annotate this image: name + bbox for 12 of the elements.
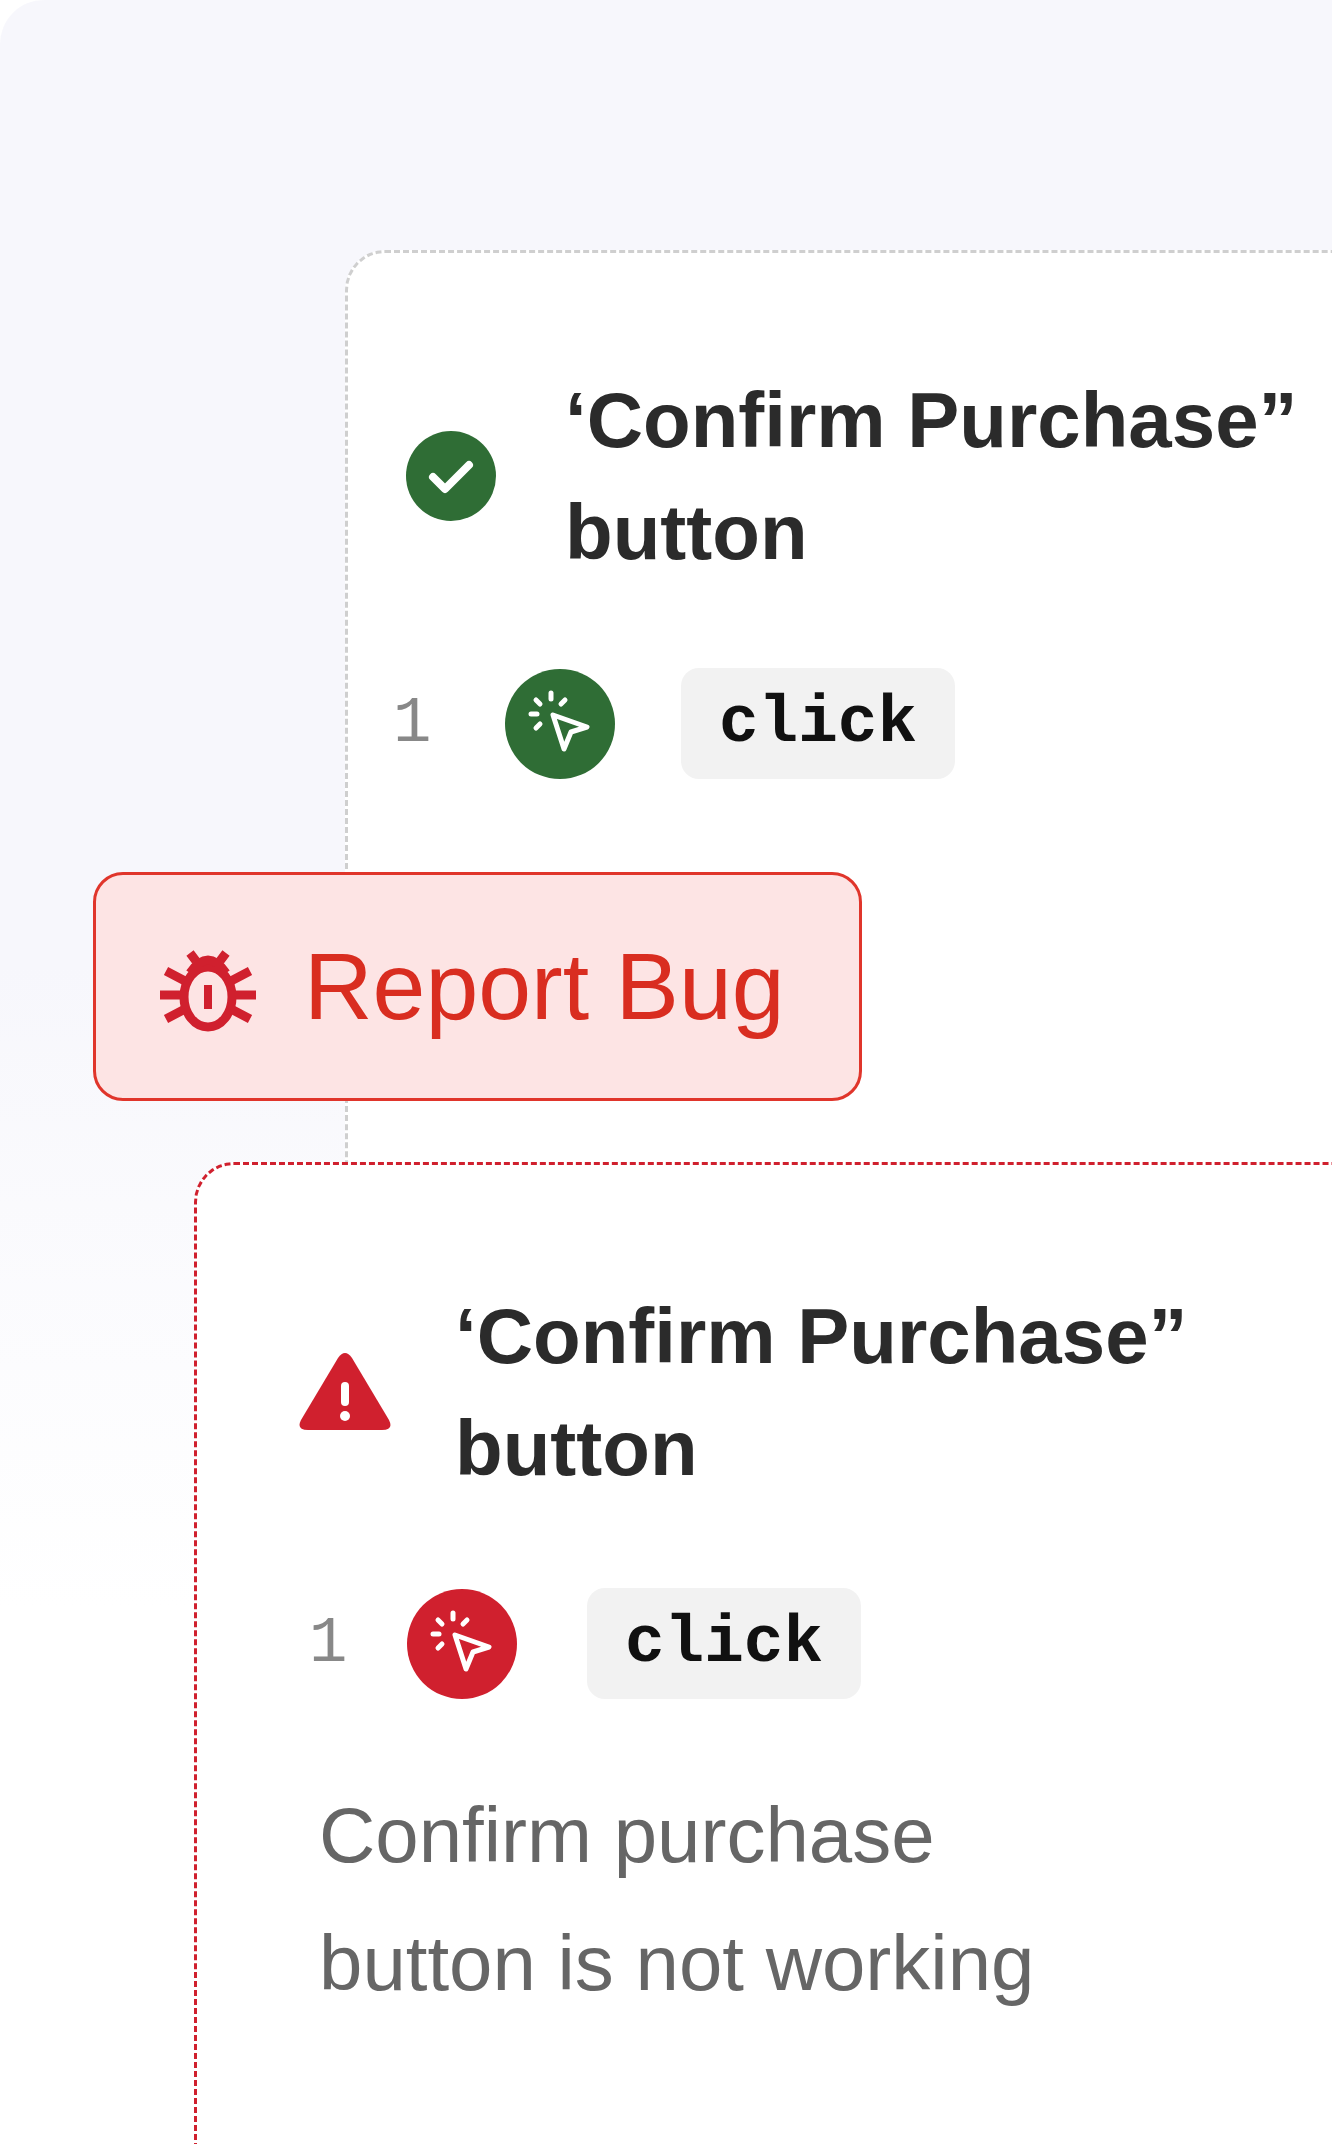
card-title: ‘Confirm Purchase” button [455,1291,1189,1494]
action-code: click [681,668,956,779]
check-circle-icon [406,431,496,521]
bug-description: Confirm purchase button is not working [319,1790,1036,2009]
card-title: ‘Confirm Purchase” button [565,375,1299,578]
report-bug-button[interactable]: Report Bug [93,872,862,1101]
step-number: 1 [309,1607,349,1680]
action-code: click [587,1588,862,1699]
cursor-click-icon [407,1588,517,1699]
cursor-click-icon [505,668,615,779]
step-number: 1 [393,687,433,760]
warning-icon [298,1352,392,1432]
